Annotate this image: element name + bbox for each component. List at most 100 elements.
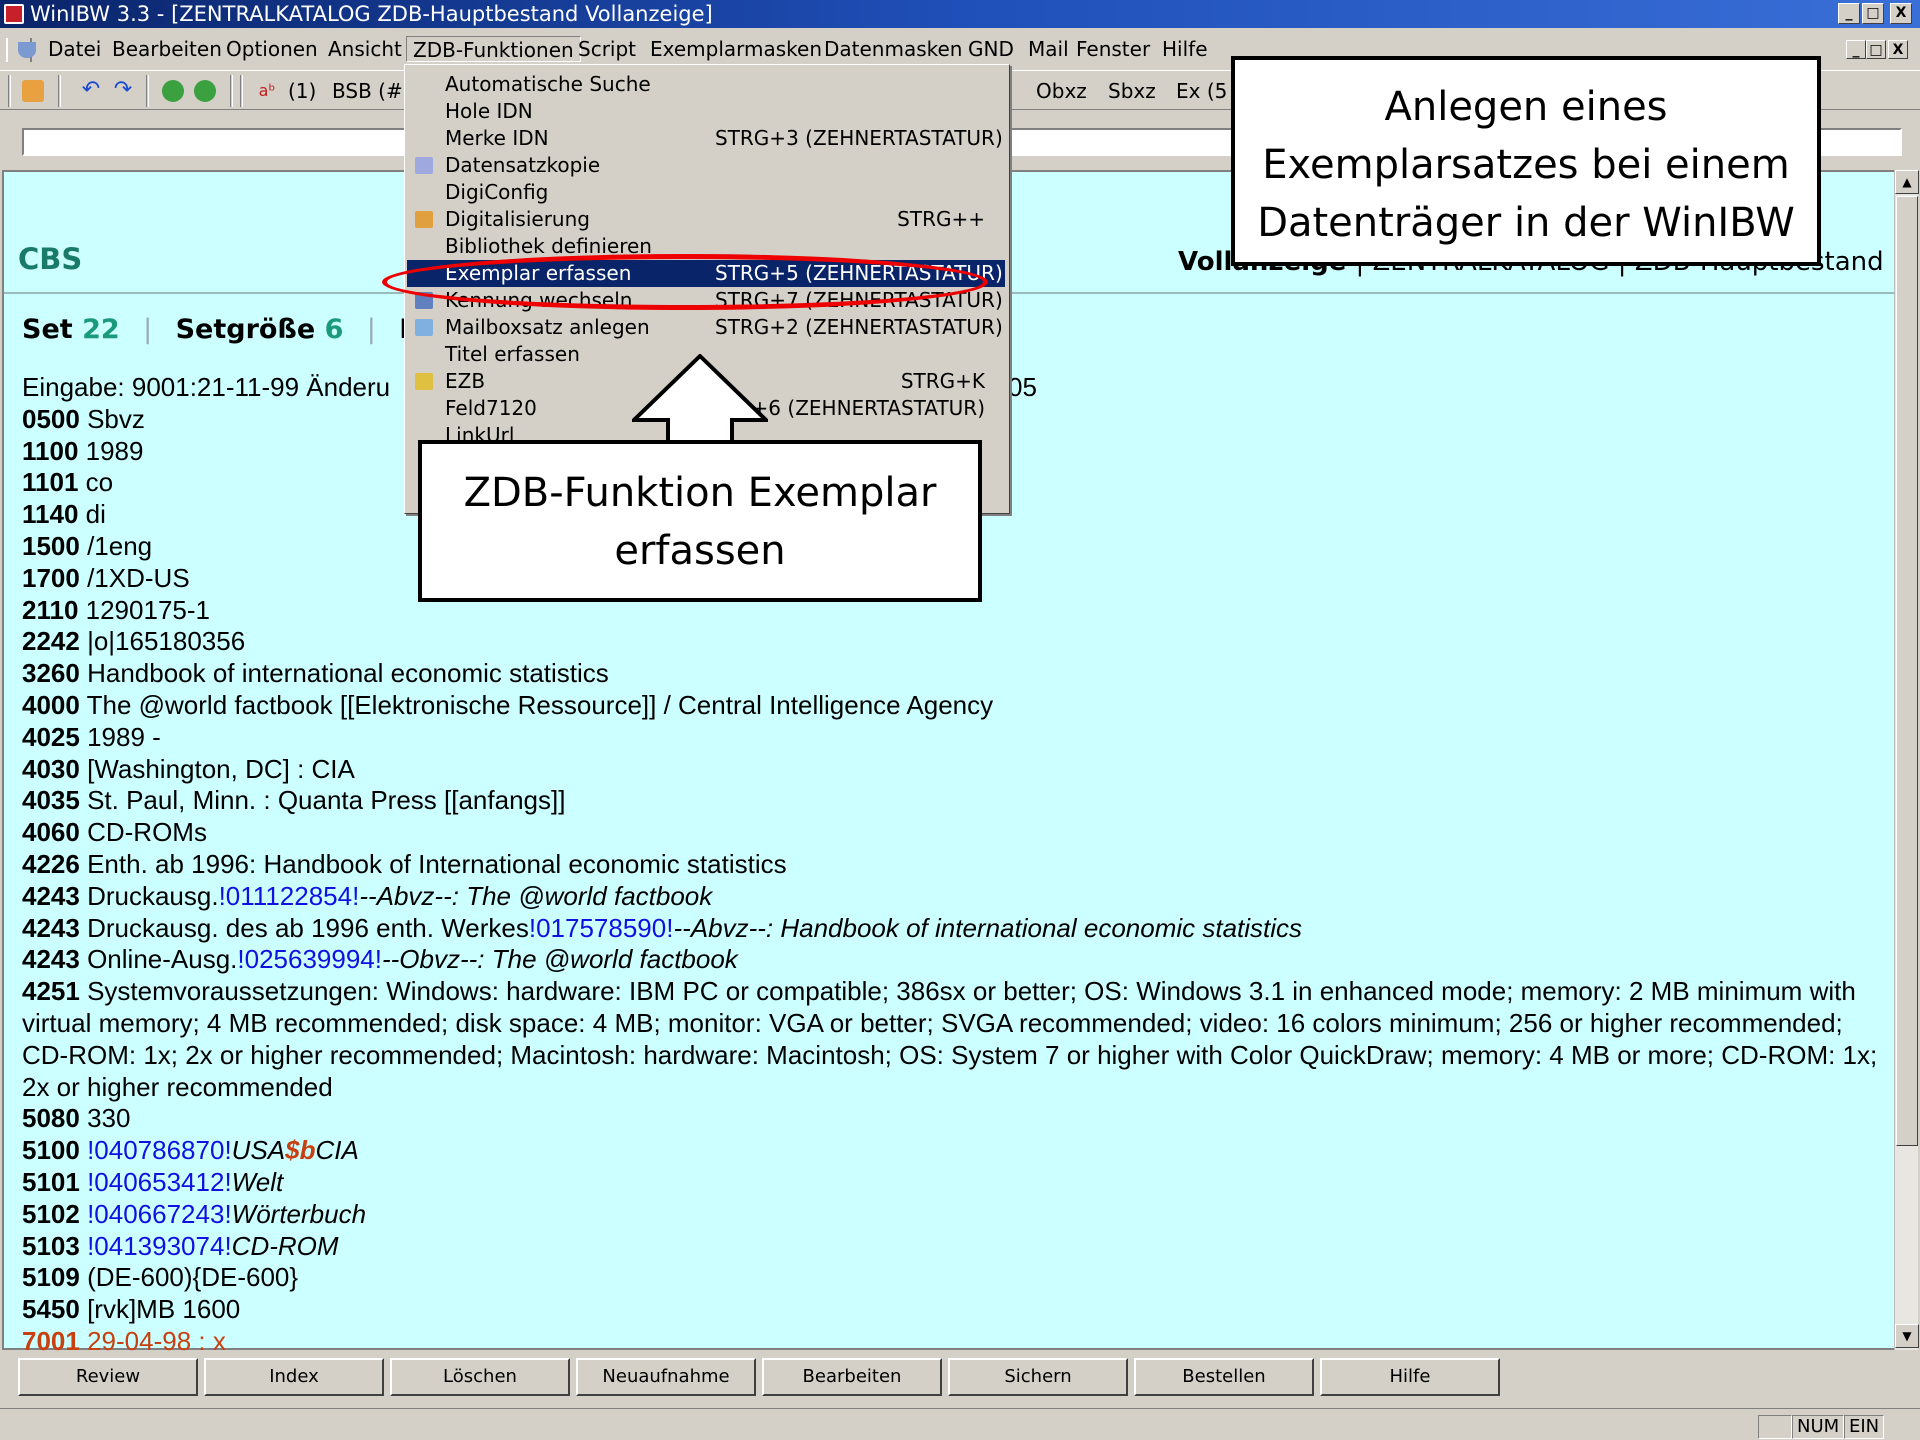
menu-script[interactable]: Script	[572, 36, 642, 62]
menu-item-datensatzkopie[interactable]: Datensatzkopie	[407, 152, 1005, 179]
record-link[interactable]: !040667243!	[87, 1199, 232, 1229]
record-field: 5450 [rvk]MB 1600	[22, 1294, 241, 1325]
menu-zdb-funktionen[interactable]: ZDB-Funktionen	[406, 36, 581, 62]
record-field-link: 4243 Druckausg.!011122854!--Abvz--: The …	[22, 880, 713, 911]
toolbar-item-ex[interactable]: Ex (5	[1176, 79, 1227, 103]
menu-datenmasken[interactable]: Datenmasken	[818, 36, 969, 62]
record-field-link: 5103 !041393074!CD-ROM	[22, 1230, 339, 1261]
maximize-button[interactable]: □	[1862, 3, 1884, 24]
menu-item-hole-idn[interactable]: Hole IDN	[407, 98, 1005, 125]
record-field-4251: 4251 Systemvoraussetzungen: Windows: har…	[22, 976, 1878, 1102]
menu-bearbeiten[interactable]: Bearbeiten	[106, 36, 228, 62]
sichern-button[interactable]: Sichern	[948, 1358, 1128, 1396]
record-link[interactable]: !025639994!	[237, 944, 382, 974]
back-icon[interactable]	[162, 80, 184, 102]
redo-icon[interactable]: ↷	[112, 79, 134, 102]
house-icon	[415, 211, 433, 228]
record-link[interactable]: !041393074!	[87, 1231, 232, 1261]
menu-exemplarmasken[interactable]: Exemplarmasken	[644, 36, 828, 62]
window-title: WinIBW 3.3 - [ZENTRALKATALOG ZDB-Hauptbe…	[30, 2, 713, 26]
callout-exemplar: ZDB-Funktion Exemplar erfassen	[418, 440, 982, 602]
record-field-link: 5101 !040653412!Welt	[22, 1166, 284, 1197]
set-size-value: 6	[324, 314, 344, 345]
toolbar-separator	[230, 75, 233, 107]
child-maximize-button[interactable]: □	[1866, 40, 1886, 59]
bestellen-button[interactable]: Bestellen	[1134, 1358, 1314, 1396]
callout-anlegen: Anlegen eines Exemplarsatzes bei einem D…	[1231, 56, 1821, 266]
menu-fenster[interactable]: Fenster	[1070, 36, 1156, 62]
menu-mail[interactable]: Mail	[1022, 36, 1075, 62]
set-value: 22	[82, 314, 120, 345]
scroll-thumb[interactable]	[1896, 196, 1918, 1146]
button-bar: Review Index Löschen Neuaufnahme Bearbei…	[0, 1352, 1920, 1402]
scroll-up-icon[interactable]: ▲	[1895, 170, 1919, 194]
mail-icon	[415, 319, 433, 336]
hilfe-button[interactable]: Hilfe	[1320, 1358, 1500, 1396]
status-cell-empty	[1758, 1415, 1792, 1439]
child-minimize-button[interactable]: _	[1846, 40, 1866, 59]
callout-line: Datenträger in der WinIBW	[1257, 200, 1795, 246]
minimize-button[interactable]: _	[1838, 3, 1860, 24]
record-field: 5080 330	[22, 1103, 131, 1134]
status-bar: NUM EIN	[0, 1408, 1920, 1440]
set-size-label: Setgröße	[175, 314, 316, 345]
scroll-down-icon[interactable]: ▼	[1895, 1324, 1919, 1348]
home-icon[interactable]	[22, 80, 44, 102]
highlight-ellipse	[382, 254, 988, 310]
status-num: NUM	[1792, 1415, 1845, 1439]
cbs-logo: CBS	[18, 242, 83, 276]
record-field-link: 5102 !040667243!Wörterbuch	[22, 1198, 367, 1229]
menu-item-automatische-suche[interactable]: Automatische Suche	[407, 71, 1005, 98]
record-link[interactable]: !040653412!	[87, 1167, 232, 1197]
record-link[interactable]: !040786870!	[87, 1135, 232, 1165]
record-field: 4035 St. Paul, Minn. : Quanta Press [[an…	[22, 785, 566, 816]
toolbar-separator	[58, 75, 61, 107]
eingabe-text: Eingabe: 9001:21-11-99 Änderu	[22, 372, 391, 402]
toolbar-item-obxz[interactable]: Obxz	[1036, 79, 1087, 103]
review-button[interactable]: Review	[18, 1358, 198, 1396]
toolbar-item-sbxz[interactable]: Sbxz	[1108, 79, 1156, 103]
menu-gnd[interactable]: GND	[962, 36, 1020, 62]
status-ein: EIN	[1844, 1415, 1885, 1439]
callout-line: Exemplarsatzes bei einem	[1262, 142, 1790, 188]
copy-icon	[415, 157, 433, 174]
app-icon	[4, 4, 24, 24]
callout-line: ZDB-Funktion Exemplar	[463, 470, 937, 516]
callout-line: Anlegen eines	[1384, 84, 1668, 130]
set-info: Set 22 | Setgröße 6 | D	[22, 314, 422, 345]
menu-item-merke-idn[interactable]: Merke IDN STRG+3 (ZEHNERTASTATUR)	[407, 125, 1005, 152]
record-field-link: 4243 Online-Ausg.!025639994!--Obvz--: Th…	[22, 944, 738, 975]
record-field: 4226 Enth. ab 1996: Handbook of Internat…	[22, 848, 787, 879]
toolbar-separator	[240, 75, 243, 107]
toolbar-item-1[interactable]: (1)	[288, 79, 316, 103]
menu-hilfe[interactable]: Hilfe	[1156, 36, 1214, 62]
vertical-scrollbar[interactable]: ▲ ▼	[1894, 170, 1919, 1350]
toolbar-separator	[146, 75, 149, 107]
undo-icon[interactable]: ↶	[80, 79, 102, 102]
record-field: 4060 CD-ROMs	[22, 817, 207, 848]
folder-icon	[415, 373, 433, 390]
record-link[interactable]: !017578590!	[529, 913, 674, 943]
abc-icon[interactable]: aᵇ	[256, 80, 278, 102]
title-bar: WinIBW 3.3 - [ZENTRALKATALOG ZDB-Hauptbe…	[0, 0, 1920, 28]
bearbeiten-button[interactable]: Bearbeiten	[762, 1358, 942, 1396]
child-close-button[interactable]: X	[1888, 40, 1908, 59]
menu-item-digitalisierung[interactable]: Digitalisierung STRG++	[407, 206, 1005, 233]
record-field: 4025 1989 -	[22, 721, 161, 752]
menu-datei[interactable]: Datei	[42, 36, 107, 62]
callout-line: erfassen	[614, 528, 786, 574]
neuaufnahme-button[interactable]: Neuaufnahme	[576, 1358, 756, 1396]
record-field: 4030 [Washington, DC] : CIA	[22, 753, 355, 784]
loeschen-button[interactable]: Löschen	[390, 1358, 570, 1396]
record-field: 4000 The @world factbook [[Elektronische…	[22, 689, 994, 720]
menu-optionen[interactable]: Optionen	[220, 36, 324, 62]
close-button[interactable]: X	[1890, 3, 1912, 24]
menu-item-mailboxsatz-anlegen[interactable]: Mailboxsatz anlegen STRG+2 (ZEHNERTASTATU…	[407, 314, 1005, 341]
toolbar-item-bsb[interactable]: BSB (#)	[332, 79, 411, 103]
index-button[interactable]: Index	[204, 1358, 384, 1396]
record-link[interactable]: !011122854!	[219, 881, 360, 911]
menu-item-digiconfig[interactable]: DigiConfig	[407, 179, 1005, 206]
forward-icon[interactable]	[194, 80, 216, 102]
menu-ansicht[interactable]: Ansicht	[322, 36, 408, 62]
record-field: 2242 |o|165180356	[22, 626, 246, 657]
